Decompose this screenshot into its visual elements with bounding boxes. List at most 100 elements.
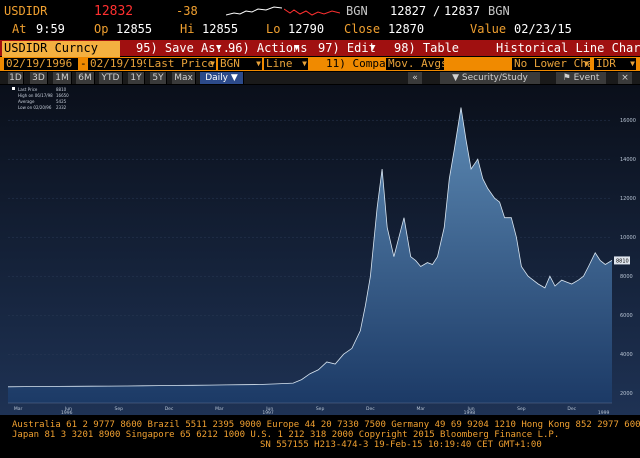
y-tick-label: 4000	[620, 352, 633, 358]
y-tick-label: 12000	[620, 196, 636, 202]
bgn-source-2: BGN	[488, 4, 510, 18]
sparkline-white-icon	[226, 6, 282, 16]
currency-arrow-icon: ▼	[630, 59, 635, 68]
footer-line-2: Japan 81 3 3201 8900 Singapore 65 6212 1…	[12, 430, 560, 440]
period-5y-button[interactable]: 5Y	[150, 72, 167, 84]
last-price-tag: 8810	[614, 256, 630, 265]
menu-bar: USDIDR Curncy 95) Save As... ▼ 96) Actio…	[0, 40, 640, 57]
event-label: Event	[573, 73, 600, 83]
quote-row-2: At 9:59 Op 12855 Hi 12855 Lo 12790 Close…	[0, 22, 640, 36]
frequency-select[interactable]: Daily ▼	[200, 72, 244, 84]
period-3d-button[interactable]: 3D	[30, 72, 48, 84]
compare-select-value: Mov. Avgs	[388, 58, 444, 70]
y-tick-label: 8000	[620, 274, 633, 280]
x-tick-label: Dec	[366, 406, 375, 412]
legend-average-value: 5425	[56, 99, 67, 104]
legend-low: Low on 02/20/96	[18, 105, 52, 110]
x-tick-label: Dec	[567, 406, 576, 412]
legend-average: Average	[18, 99, 35, 104]
x-tick-label: Mar	[416, 406, 425, 412]
bgn-source: BGN	[346, 4, 368, 18]
price-chart[interactable]: 2000 4000 6000 8000 10000 12000 14000 16000 Mar…	[0, 85, 640, 415]
ticker[interactable]: USDIDR	[4, 4, 47, 18]
style-select-value: Line	[266, 58, 293, 70]
frequency-value: Daily	[205, 73, 228, 83]
x-tick-label: Mar	[215, 406, 224, 412]
lower-chart-value: No Lower Char	[514, 58, 590, 70]
sparkline-red-icon	[284, 8, 340, 16]
style-select-arrow-icon: ▼	[302, 59, 307, 68]
last-tag-text: 8810	[616, 258, 629, 264]
source-select-value: BGN	[220, 58, 240, 70]
lower-chart-arrow-icon: ▼	[584, 59, 589, 68]
time: 9:59	[36, 22, 65, 36]
low: 12790	[288, 22, 325, 36]
security-study-button[interactable]: ▼ Security/Study	[440, 72, 540, 84]
low-label: Lo	[266, 22, 281, 36]
style-select[interactable]: Line ▼	[264, 58, 308, 70]
period-1m-button[interactable]: 1M	[53, 72, 72, 84]
x-tick-label: Mar	[14, 406, 23, 412]
currency-value: IDR	[596, 58, 616, 70]
period-max-button[interactable]: Max	[172, 72, 196, 84]
table-menu[interactable]: 98) Table	[394, 41, 459, 55]
x-tick-label: Sep	[517, 406, 526, 412]
bid: 12827	[390, 4, 427, 18]
open-label: Op	[94, 22, 109, 36]
close: 12870	[388, 22, 425, 36]
actions-arrow-icon[interactable]: ▼	[294, 43, 299, 53]
x-year-label: 1996	[61, 410, 73, 415]
y-tick-label: 16000	[620, 118, 636, 124]
footer-line-3: SN 557155 H213-474-3 19-Feb-15 10:19:40 …	[260, 440, 542, 450]
high: 12855	[202, 22, 239, 36]
period-6m-button[interactable]: 6M	[76, 72, 95, 84]
y-tick-label: 2000	[620, 391, 633, 397]
legend-low-value: 2332	[56, 105, 67, 110]
period-1d-button[interactable]: 1D	[8, 72, 24, 84]
period-1y-button[interactable]: 1Y	[128, 72, 145, 84]
x-year-label: 1998	[464, 410, 476, 415]
field-select-arrow-icon: ▼	[210, 59, 215, 68]
source-select[interactable]: BGN ▼	[218, 58, 262, 70]
open: 12855	[116, 22, 153, 36]
y-tick-label: 10000	[620, 235, 636, 241]
legend-last-price-value: 8810	[56, 87, 67, 92]
change: -38	[176, 4, 198, 18]
field-select[interactable]: Last Price ▼	[146, 58, 216, 70]
security-study-label: Security/Study	[461, 73, 528, 83]
compare-select[interactable]: Mov. Avgs	[386, 58, 444, 70]
bid-ask-sep: /	[433, 4, 441, 18]
currency-select[interactable]: IDR ▼	[594, 58, 636, 70]
x-year-label: 1997	[262, 410, 274, 415]
date-range-dash: -	[80, 57, 87, 70]
y-tick-label: 6000	[620, 313, 633, 319]
save-as-menu[interactable]: 95) Save As...	[136, 41, 237, 55]
edit-arrow-icon[interactable]: ▼	[370, 43, 375, 53]
lower-chart-select[interactable]: No Lower Char▼	[512, 58, 590, 70]
at-label: At	[12, 22, 27, 36]
y-tick-label: 14000	[620, 157, 636, 163]
collapse-icon[interactable]: «	[408, 72, 422, 84]
chevron-down-icon: ▼	[452, 73, 460, 83]
event-button[interactable]: ⚑ Event	[556, 72, 606, 84]
start-date-input[interactable]: 02/19/1996	[4, 58, 78, 70]
field-bar: 02/19/1996 - 02/19/1999 Last Price ▼ BGN ▼…	[0, 57, 640, 71]
close-icon[interactable]: ×	[618, 72, 632, 84]
legend-high: High on 06/17/98	[18, 93, 53, 98]
period-ytd-button[interactable]: YTD	[99, 72, 123, 84]
close-label: Close	[344, 22, 381, 36]
footer-line-1: Australia 61 2 9777 8600 Brazil 5511 239…	[12, 420, 640, 430]
save-as-arrow-icon[interactable]: ▼	[216, 43, 221, 53]
flag-icon: ⚑	[562, 73, 571, 83]
legend-high-value: 16650	[56, 93, 69, 98]
x-tick-label: Dec	[165, 406, 174, 412]
footer: Australia 61 2 9777 8600 Brazil 5511 239…	[0, 416, 640, 458]
edit-menu[interactable]: 97) Edit	[318, 41, 376, 55]
legend-last-price: Last Price	[18, 87, 38, 92]
x-tick-label: Sep	[114, 406, 123, 412]
value-date: 02/23/15	[514, 22, 572, 36]
last-price: 12832	[94, 4, 134, 19]
period-toolbar: 1D 3D 1M 6M YTD 1Y 5Y Max Daily ▼ « ▼ Se…	[0, 72, 640, 84]
security-field[interactable]: USDIDR Curncy	[2, 41, 120, 57]
chart-title: Historical Line Chart	[496, 41, 640, 55]
